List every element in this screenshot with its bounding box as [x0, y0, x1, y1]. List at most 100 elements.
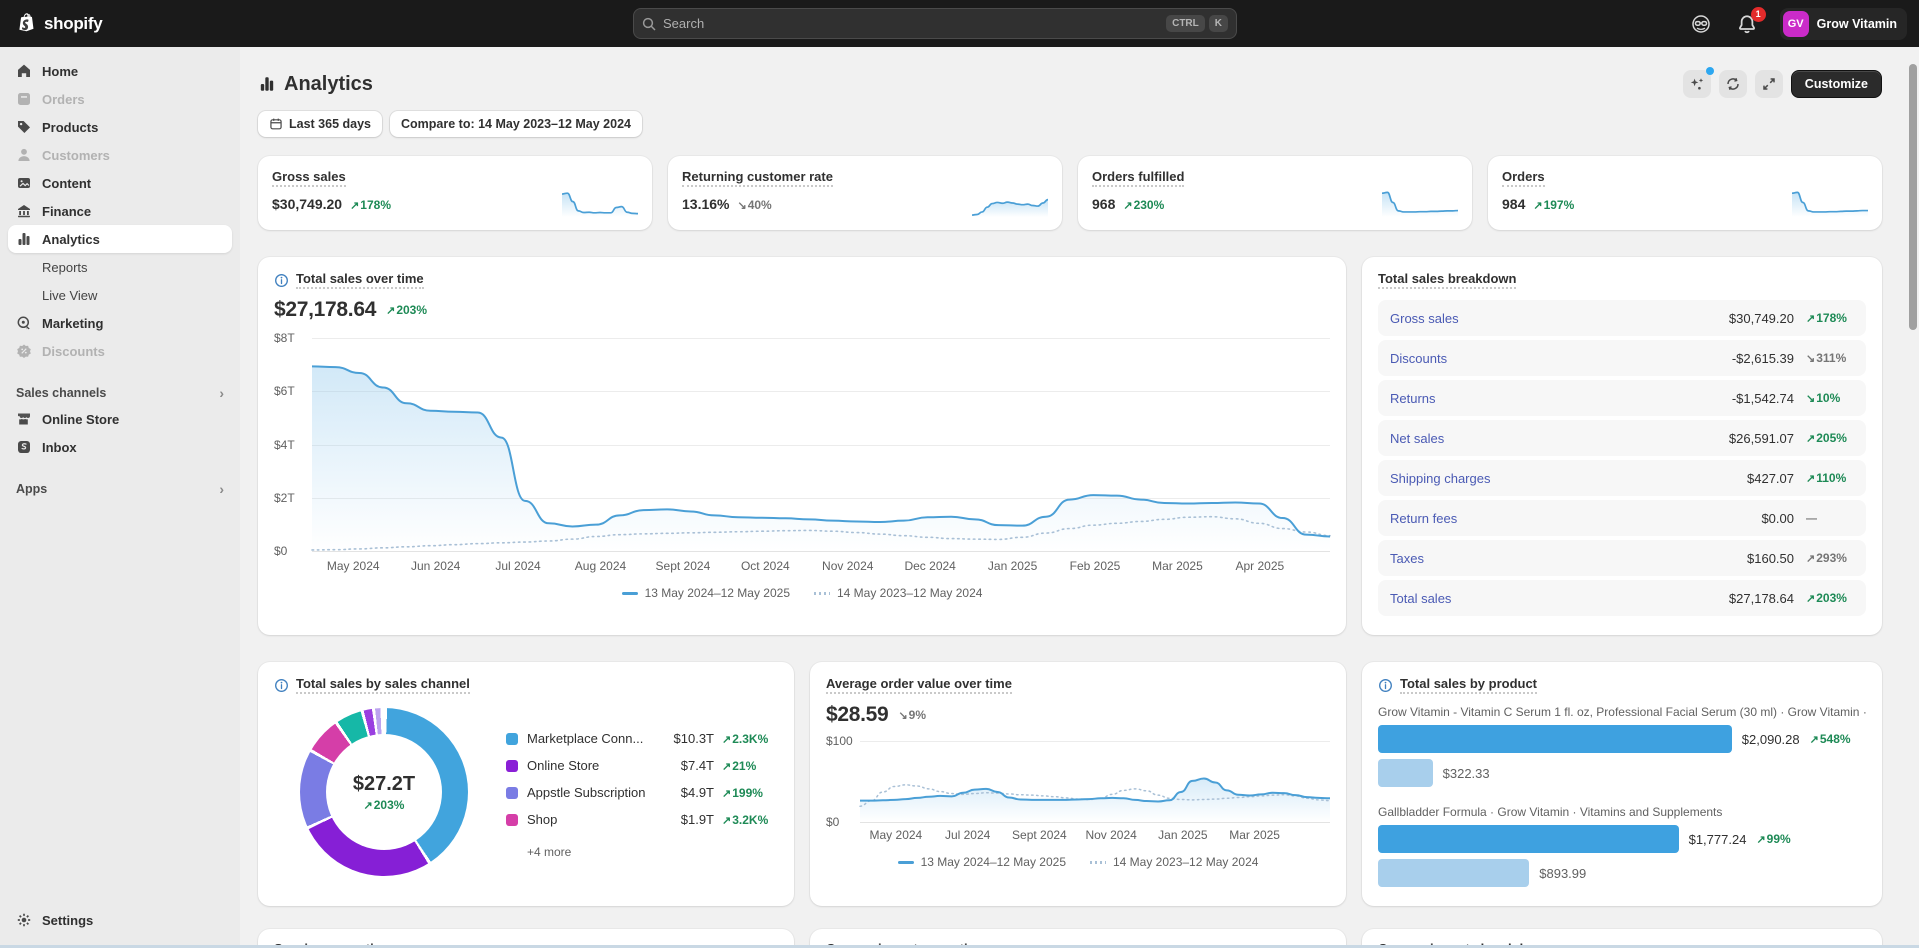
breakdown-change: ↗110%	[1794, 471, 1854, 485]
metric-change: ↗197%	[1533, 198, 1574, 212]
channel-change: ↗3.2K%	[714, 813, 774, 827]
channel-name: Online Store	[527, 758, 660, 773]
sidebar-item-label: Analytics	[42, 232, 100, 247]
chart-kpi-value: $28.59	[826, 703, 888, 727]
sidebar-item-online-store[interactable]: Online Store	[8, 405, 232, 433]
chevron-right-icon: ›	[219, 385, 224, 401]
product-previous-value: $893.99	[1539, 866, 1586, 881]
metric-title[interactable]: Orders	[1502, 169, 1545, 187]
sidebar-item-home[interactable]: Home	[8, 57, 232, 85]
sidebar-item-analytics[interactable]: Analytics	[8, 225, 232, 253]
sidebar-item-content[interactable]: Content	[8, 169, 232, 197]
sidebar-item-live-view[interactable]: Live View	[8, 281, 232, 309]
breakdown-value: $0.00	[1761, 511, 1794, 526]
chart-title[interactable]: Total sales over time	[296, 271, 424, 289]
breakdown-metric-link[interactable]: Gross sales	[1390, 311, 1459, 326]
customize-button[interactable]: Customize	[1791, 70, 1882, 98]
insights-button[interactable]	[1683, 70, 1711, 98]
legend-current-period: 13 May 2024–12 May 2025	[622, 586, 790, 600]
store-name: Grow Vitamin	[1817, 17, 1897, 31]
shopify-logo[interactable]: shopify	[16, 12, 102, 35]
y-axis-tick: $8T	[274, 331, 306, 345]
notifications-button[interactable]: 1	[1734, 11, 1760, 37]
sidebar-item-label: Online Store	[42, 412, 119, 427]
chart-title[interactable]: Total sales by sales channel	[296, 676, 470, 694]
sidekick-button[interactable]	[1688, 11, 1714, 37]
breakdown-value: -$2,615.39	[1732, 351, 1794, 366]
sidebar-item-finance[interactable]: Finance	[8, 197, 232, 225]
metric-value: 968	[1092, 196, 1115, 212]
product-name: Gallbladder Formula · Grow Vitamin · Vit…	[1378, 805, 1866, 819]
breakdown-value: $30,749.20	[1729, 311, 1794, 326]
page-header: Analytics Customize	[258, 70, 1882, 98]
channel-change: ↗199%	[714, 786, 774, 800]
metric-card-gross-sales: Gross sales $30,749.20 ↗178%	[258, 156, 652, 230]
y-axis-tick: $0	[274, 544, 306, 558]
metric-title[interactable]: Orders fulfilled	[1092, 169, 1184, 187]
sidebar-item-inbox[interactable]: Inbox	[8, 433, 232, 461]
breakdown-metric-link[interactable]: Total sales	[1390, 591, 1451, 606]
vertical-scrollbar[interactable]	[1909, 64, 1917, 330]
channel-name: Shop	[527, 812, 660, 827]
sidebar-item-products[interactable]: Products	[8, 113, 232, 141]
expand-arrows-icon	[1761, 76, 1777, 92]
row-secondary-charts: Total sales by sales channel $27.2T ↗203…	[258, 662, 1882, 906]
breakdown-rows: Gross sales $30,749.20 ↗178% Discounts -…	[1378, 300, 1866, 616]
breakdown-metric-link[interactable]: Discounts	[1390, 351, 1447, 366]
breakdown-title[interactable]: Total sales breakdown	[1378, 271, 1516, 289]
breakdown-change: ↗203%	[1794, 591, 1854, 605]
sidebar-section-sales-channels[interactable]: Sales channels ›	[8, 381, 232, 405]
total-sales-plot: $8T $6T $4T $2T $0	[312, 338, 1330, 551]
chart-title[interactable]: Average order value over time	[826, 676, 1012, 694]
sidebar-item-orders: Orders	[8, 85, 232, 113]
info-icon[interactable]	[274, 678, 289, 693]
search-input[interactable]: Search CTRL K	[633, 8, 1237, 39]
product-change: ↗99%	[1756, 832, 1790, 846]
breakdown-change: ↘311%	[1794, 351, 1854, 365]
breakdown-row-taxes: Taxes $160.50 ↗293%	[1378, 540, 1866, 576]
info-icon[interactable]	[1378, 678, 1393, 693]
info-icon[interactable]	[274, 273, 289, 288]
online-store-icon	[16, 411, 32, 427]
chart-title[interactable]: Total sales by product	[1400, 676, 1537, 694]
sidebar-section-apps[interactable]: Apps ›	[8, 477, 232, 501]
dotted-line-swatch	[814, 592, 830, 595]
sidebar-item-reports[interactable]: Reports	[8, 253, 232, 281]
gridline	[312, 551, 1330, 552]
product-group: Grow Vitamin - Vitamin C Serum 1 fl. oz,…	[1378, 705, 1866, 787]
metric-title[interactable]: Returning customer rate	[682, 169, 833, 187]
legend-swatch	[506, 760, 518, 772]
compare-to-button[interactable]: Compare to: 14 May 2023–12 May 2024	[390, 111, 642, 137]
sidebar-item-settings[interactable]: Settings	[8, 906, 232, 934]
store-menu[interactable]: GV Grow Vitamin	[1780, 8, 1907, 40]
date-range-button[interactable]: Last 365 days	[258, 111, 382, 137]
sidebar-item-marketing[interactable]: Marketing	[8, 309, 232, 337]
channel-legend-row: Online Store $7.4T ↗21%	[506, 752, 774, 779]
refresh-button[interactable]	[1719, 70, 1747, 98]
breakdown-metric-link[interactable]: Returns	[1390, 391, 1436, 406]
channel-legend: Marketplace Conn... $10.3T ↗2.3K% Online…	[506, 725, 774, 859]
channel-change: ↗21%	[714, 759, 774, 773]
chart-legend: 13 May 2024–12 May 2025 14 May 2023–12 M…	[274, 586, 1330, 600]
legend-current-period: 13 May 2024–12 May 2025	[898, 855, 1066, 869]
breakdown-metric-link[interactable]: Net sales	[1390, 431, 1444, 446]
compare-label: Compare to: 14 May 2023–12 May 2024	[401, 117, 631, 131]
metric-change: ↗230%	[1123, 198, 1164, 212]
breakdown-row-gross-sales: Gross sales $30,749.20 ↗178%	[1378, 300, 1866, 336]
product-name: Grow Vitamin - Vitamin C Serum 1 fl. oz,…	[1378, 705, 1866, 719]
channel-value: $4.9T	[660, 785, 714, 800]
store-avatar: GV	[1783, 11, 1809, 37]
more-channels-link[interactable]: +4 more	[506, 845, 774, 859]
channel-name: Marketplace Conn...	[527, 731, 660, 746]
breakdown-metric-link[interactable]: Shipping charges	[1390, 471, 1490, 486]
product-previous-bar	[1378, 859, 1529, 887]
k-keycap: K	[1209, 15, 1228, 32]
fullscreen-button[interactable]	[1755, 70, 1783, 98]
breakdown-metric-link[interactable]: Return fees	[1390, 511, 1457, 526]
metric-card-returning-customer-rate: Returning customer rate 13.16% ↘40%	[668, 156, 1062, 230]
customize-label: Customize	[1805, 77, 1868, 91]
metric-title[interactable]: Gross sales	[272, 169, 346, 187]
y-axis-tick: $4T	[274, 438, 306, 452]
sparkline-chart	[562, 187, 638, 217]
breakdown-metric-link[interactable]: Taxes	[1390, 551, 1424, 566]
